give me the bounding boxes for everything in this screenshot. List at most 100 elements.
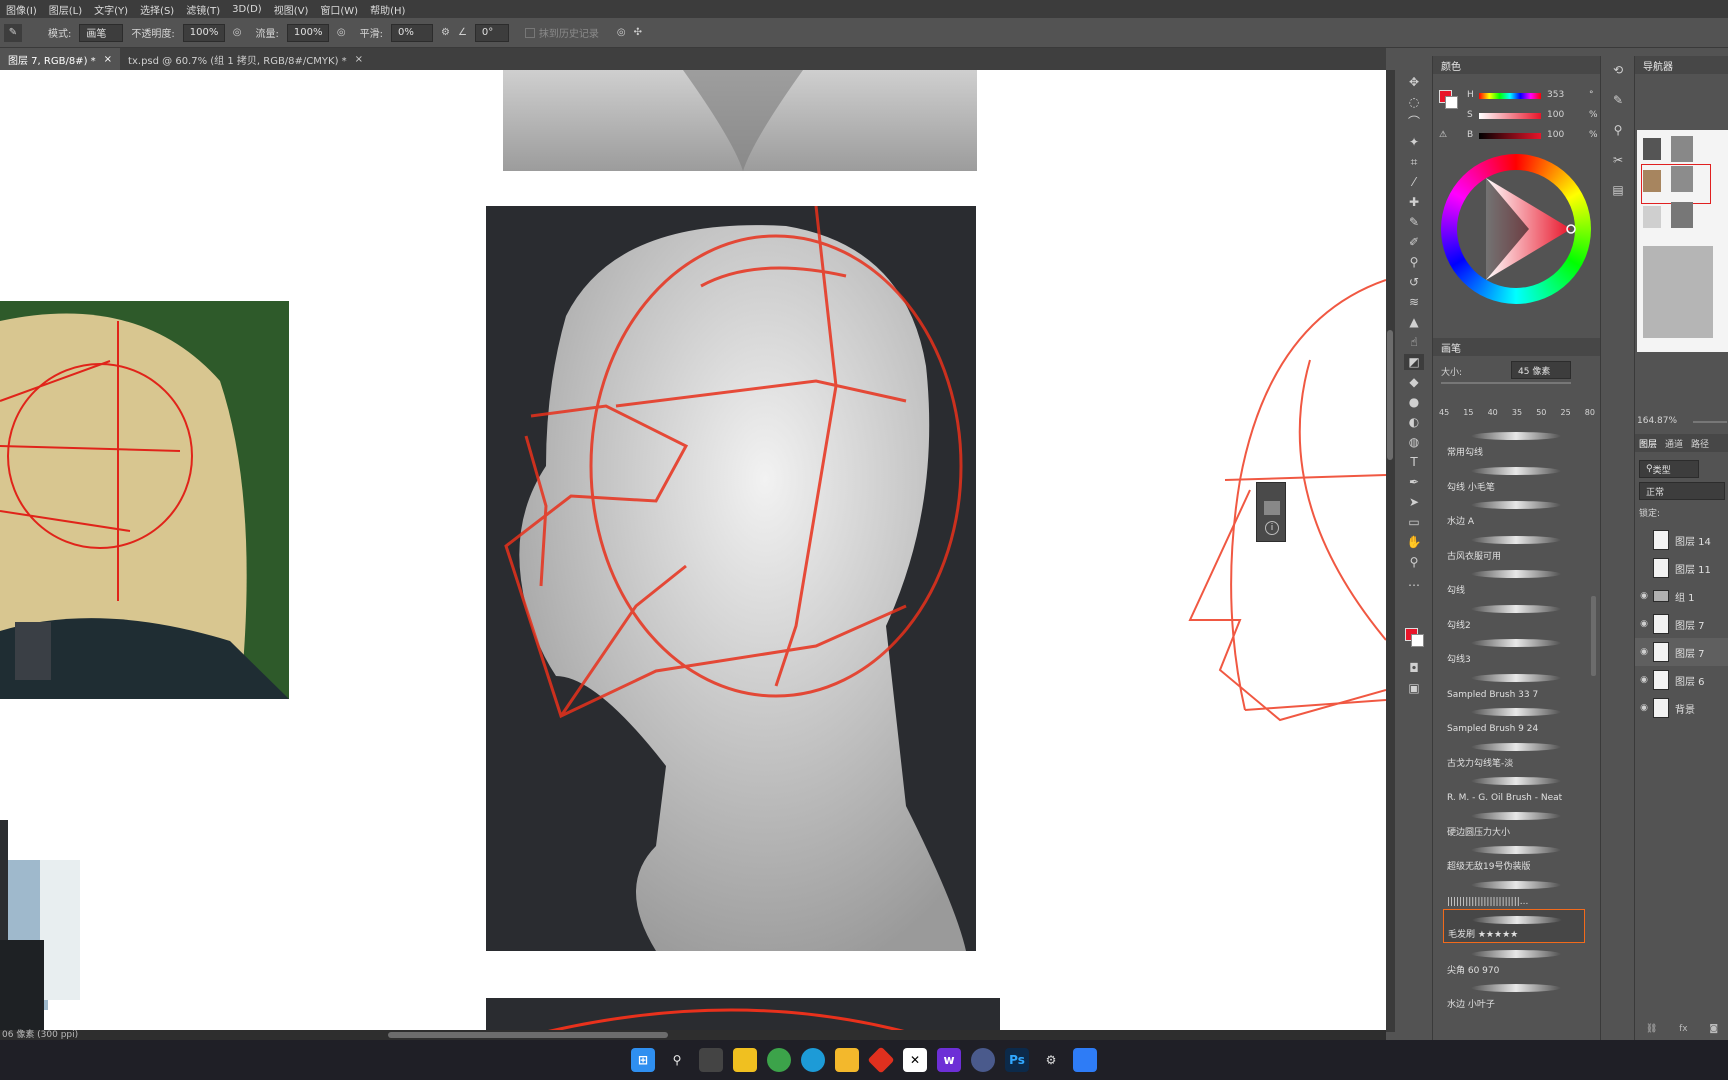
navigator-preview[interactable] — [1637, 130, 1728, 352]
task-view-icon[interactable] — [699, 1048, 723, 1072]
smoothing-settings-icon[interactable]: ⚙ — [441, 27, 450, 38]
photoshop-icon[interactable]: Ps — [1005, 1048, 1029, 1072]
tab-document-2[interactable]: tx.psd @ 60.7% (组 1 拷贝, RGB/8#/CMYK) * × — [120, 48, 371, 70]
brush-item[interactable]: 尖角 60 970 — [1443, 944, 1585, 978]
brush-item[interactable]: 超级无敌19号伪装版 — [1443, 840, 1585, 874]
tab-paths[interactable]: 路径 — [1691, 437, 1709, 450]
zoom-slider[interactable] — [1693, 421, 1727, 423]
tab-layers[interactable]: 图层 — [1639, 437, 1657, 450]
layer-row[interactable]: ◉ 图层 7 — [1635, 610, 1728, 638]
hue-value[interactable]: 353 — [1547, 90, 1564, 100]
menu-3d[interactable]: 3D(D) — [226, 4, 268, 15]
scroll-thumb[interactable] — [388, 1032, 668, 1038]
file-explorer-icon[interactable] — [835, 1048, 859, 1072]
brush-item[interactable]: 硬边圆压力大小 — [1443, 806, 1585, 840]
tool-presets-icon[interactable]: ✂ — [1608, 152, 1628, 168]
opacity-field[interactable]: 100% — [182, 23, 225, 42]
preset-45[interactable]: 45 — [1439, 396, 1449, 420]
navigator-zoom[interactable]: 164.87% — [1637, 416, 1677, 426]
background-swatch[interactable] — [1445, 96, 1458, 109]
vertical-scrollbar[interactable] — [1386, 70, 1394, 1032]
brush-item[interactable]: 古戈力勾线笔-淡 — [1443, 737, 1585, 771]
paint-bucket-icon[interactable]: ◆ — [1404, 374, 1424, 390]
airbrush-icon[interactable]: ◎ — [337, 27, 346, 38]
preset-80[interactable]: 80 — [1585, 396, 1595, 420]
brush-size-field[interactable]: 45 像素 — [1511, 361, 1571, 379]
tab-document-1[interactable]: 图层 7, RGB/8#) * × — [0, 48, 121, 70]
preset-15[interactable]: 15 — [1463, 396, 1473, 420]
brightness-slider[interactable] — [1479, 133, 1541, 139]
menu-select[interactable]: 选择(S) — [134, 2, 180, 17]
menu-window[interactable]: 窗口(W) — [314, 2, 364, 17]
eraser-tool-icon[interactable]: ◩ — [1404, 354, 1424, 370]
color-wheel[interactable] — [1441, 154, 1591, 304]
clone-source-icon[interactable]: ⚲ — [1608, 122, 1628, 138]
hue-slider[interactable] — [1479, 93, 1541, 99]
close-icon[interactable]: × — [355, 54, 363, 65]
preset-40[interactable]: 40 — [1488, 396, 1498, 420]
opacity-pressure-icon[interactable]: ◎ — [233, 27, 242, 38]
eraser-preset-icon[interactable]: ✎ — [4, 23, 22, 42]
menu-help[interactable]: 帮助(H) — [364, 2, 411, 17]
visibility-eye-icon[interactable]: ◉ — [1635, 703, 1653, 713]
brush-item[interactable]: 勾线 — [1443, 564, 1585, 598]
saturation-slider[interactable] — [1479, 113, 1541, 119]
chrome-icon[interactable] — [767, 1048, 791, 1072]
mode-select[interactable]: 画笔 — [79, 23, 124, 42]
app-blue-icon[interactable] — [971, 1048, 995, 1072]
brush-item[interactable]: 勾线 小毛笔 — [1443, 461, 1585, 495]
menu-filter[interactable]: 滤镜(T) — [180, 2, 226, 17]
brush-item[interactable]: 勾线2 — [1443, 599, 1585, 633]
screen-mode-icon[interactable]: ▣ — [1404, 680, 1424, 696]
hand-tool-icon[interactable]: ✋ — [1404, 534, 1424, 550]
mask-icon[interactable]: ◙ — [1709, 1024, 1718, 1038]
magic-wand-icon[interactable]: ✦ — [1404, 134, 1424, 150]
link-icon[interactable]: ⛓ — [1646, 1024, 1657, 1038]
symmetry-icon[interactable]: ✣ — [634, 27, 642, 38]
fx-icon[interactable]: fx — [1679, 1024, 1688, 1038]
app-red-icon[interactable] — [867, 1046, 895, 1074]
brush-item[interactable]: 水边 小叶子 — [1443, 978, 1585, 1012]
clone-stamp-icon[interactable]: ⚲ — [1404, 254, 1424, 270]
zoom-tool-icon[interactable]: ⚲ — [1404, 554, 1424, 570]
navigator-view-box[interactable] — [1641, 164, 1711, 204]
visibility-eye-icon[interactable]: ◉ — [1635, 675, 1653, 685]
tab-channels[interactable]: 通道 — [1665, 437, 1683, 450]
layer-row[interactable]: ◉ 背景 — [1635, 694, 1728, 722]
search-icon[interactable]: ⚲ — [665, 1048, 689, 1072]
rectangle-tool-icon[interactable]: ▭ — [1404, 514, 1424, 530]
brightness-value[interactable]: 100 — [1547, 130, 1564, 140]
brush-item[interactable]: 常用勾线 — [1443, 426, 1585, 460]
angle-field[interactable]: 0° — [474, 23, 509, 42]
history-panel-icon[interactable]: ⟲ — [1608, 62, 1628, 78]
history-brush-icon[interactable]: ↺ — [1404, 274, 1424, 290]
marquee-tool-icon[interactable]: ◌ — [1404, 94, 1424, 110]
move-tool-icon[interactable]: ✥ — [1404, 74, 1424, 90]
properties-icon[interactable] — [1264, 501, 1280, 515]
stamp-icon[interactable]: ▲ — [1404, 314, 1424, 330]
saturation-value[interactable]: 100 — [1547, 110, 1564, 120]
erase-history-checkbox[interactable]: 抹到历史记录 — [524, 25, 599, 40]
brush-item[interactable]: 勾线3 — [1443, 633, 1585, 667]
menu-view[interactable]: 视图(V) — [268, 2, 315, 17]
visibility-eye-icon[interactable]: ◉ — [1635, 619, 1653, 629]
pen-tool-icon[interactable]: ✒ — [1404, 474, 1424, 490]
brush-settings-icon[interactable]: ✎ — [1608, 92, 1628, 108]
brush-scrollbar[interactable] — [1591, 596, 1596, 676]
color-panel-title[interactable]: 颜色 — [1433, 56, 1600, 74]
blur-tool-icon[interactable]: ● — [1404, 394, 1424, 410]
quick-mask-icon[interactable]: ◘ — [1404, 660, 1424, 676]
background-color-swatch[interactable] — [1411, 634, 1424, 647]
mixer-brush-icon[interactable]: ≋ — [1404, 294, 1424, 310]
menu-layer[interactable]: 图层(L) — [43, 2, 88, 17]
canvas[interactable]: i — [0, 70, 1386, 1032]
app-capcut-icon[interactable]: ✕ — [903, 1048, 927, 1072]
navigator-title[interactable]: 导航器 — [1635, 56, 1728, 74]
visibility-eye-icon[interactable]: ◉ — [1635, 647, 1653, 657]
brush-tool-icon[interactable]: ✎ — [1404, 214, 1424, 230]
smudge-icon[interactable]: ☝ — [1404, 334, 1424, 350]
layer-row[interactable]: ◉ 图层 7 — [1635, 638, 1728, 666]
brush-item[interactable]: ||||||||||||||||||||||||... — [1443, 875, 1585, 909]
library-icon[interactable]: ▤ — [1608, 182, 1628, 198]
brush-item[interactable]: 毛发刷 ★★★★★ — [1443, 909, 1585, 943]
